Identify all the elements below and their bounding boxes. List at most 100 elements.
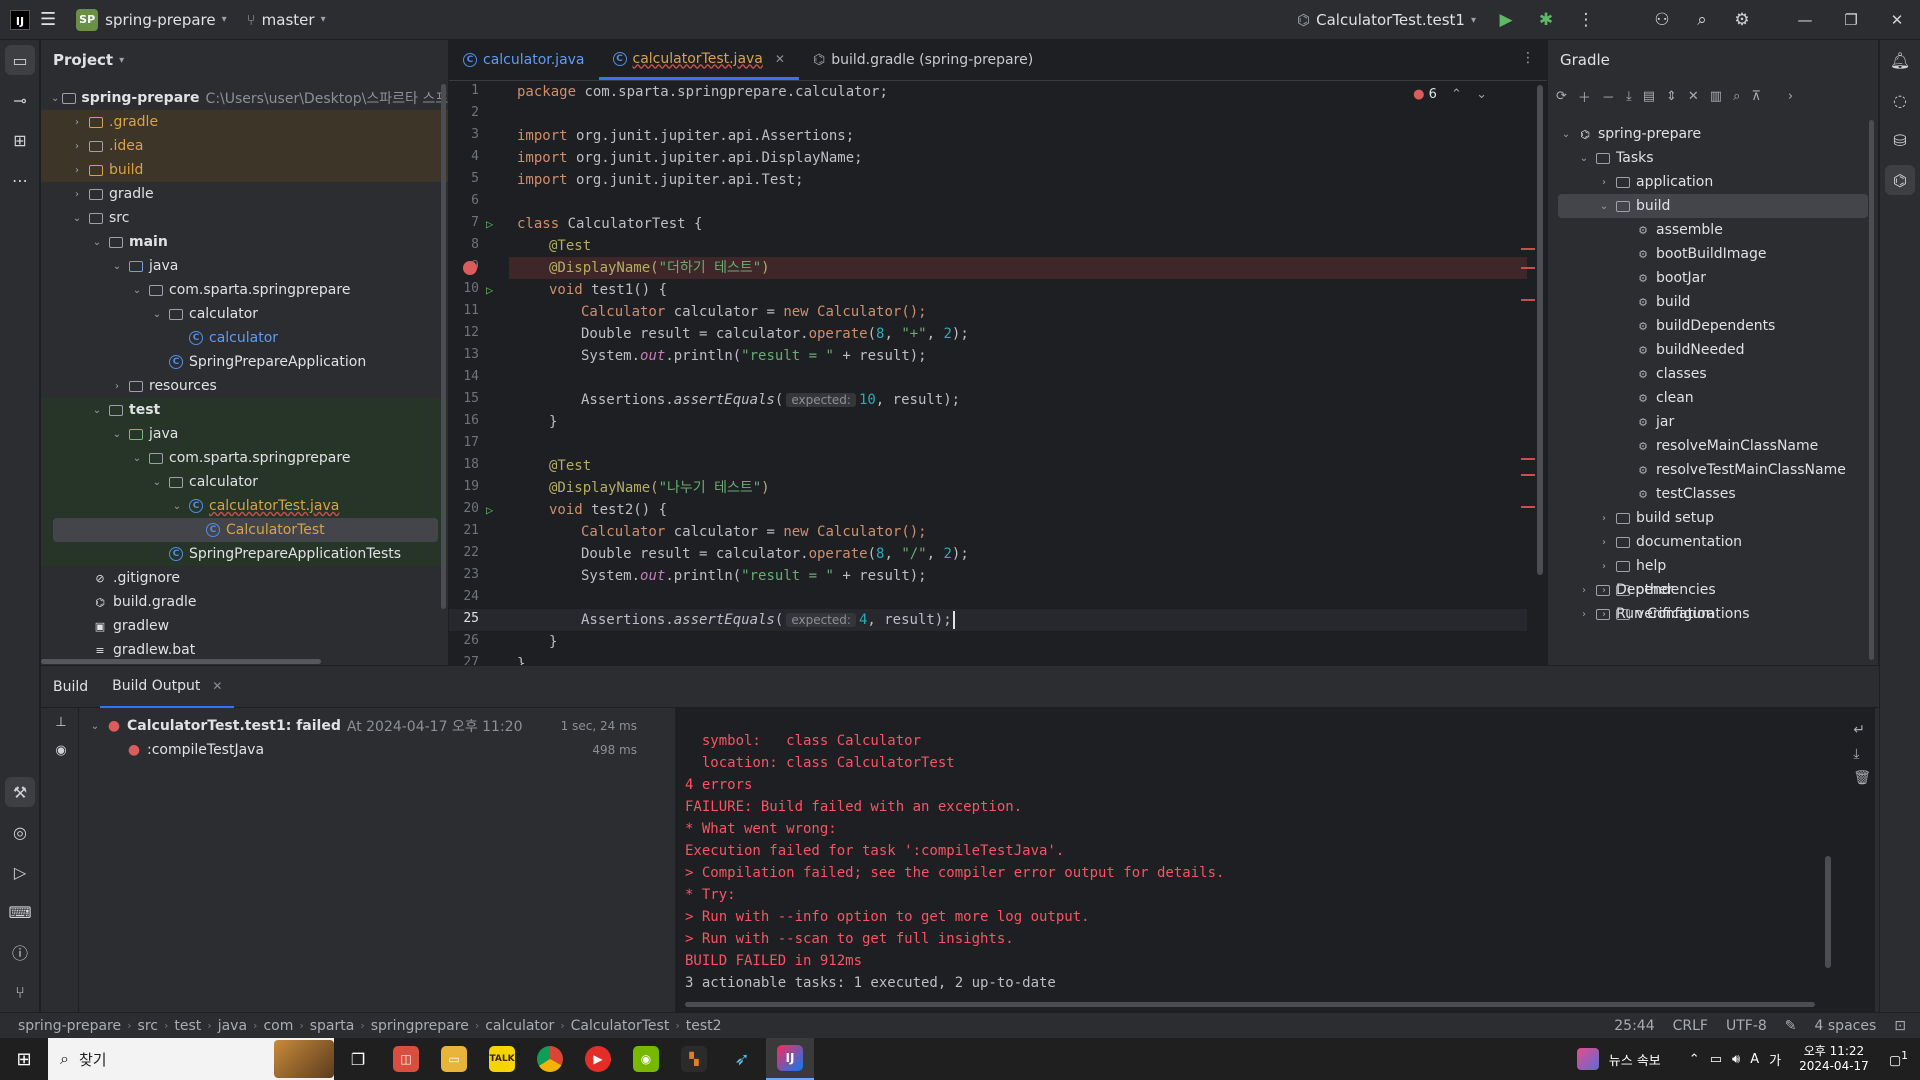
minimize-button[interactable]: — xyxy=(1782,0,1828,40)
run-gutter-icon[interactable]: ▷ xyxy=(486,503,493,517)
toggle-offline-icon[interactable]: ▤ xyxy=(1643,89,1655,104)
caret-position[interactable]: 25:44 xyxy=(1614,1018,1654,1034)
error-indicator[interactable]: ● 6 ⌃ ⌄ xyxy=(1413,87,1487,102)
taskbar-search[interactable]: ⌕ 찾기 xyxy=(48,1038,334,1080)
gradle-group-documentation[interactable]: › documentation xyxy=(1548,530,1878,554)
expand-arrow-icon[interactable]: ⌄ xyxy=(129,285,145,296)
build-result-row[interactable]: ⌄ ● CalculatorTest.test1: failed At 2024… xyxy=(79,714,673,738)
clear-all-icon[interactable]: 🗑︎ xyxy=(1853,770,1871,786)
gradle-group-help[interactable]: › help xyxy=(1548,554,1878,578)
expand-arrow-icon[interactable]: ⌄ xyxy=(51,93,59,104)
branch-switcher[interactable]: ⑂ master ▾ xyxy=(237,0,336,40)
app-icon-red[interactable]: ◫ xyxy=(382,1038,430,1080)
main-menu-button[interactable]: ☰ xyxy=(30,0,66,40)
run-tool-icon[interactable]: ▷ xyxy=(0,852,40,892)
breadcrumb-item[interactable]: springprepare xyxy=(371,1018,469,1034)
build-subtask-row[interactable]: ● :compileTestJava 498 ms xyxy=(79,738,673,762)
bird-app-icon[interactable]: ➶ xyxy=(718,1038,766,1080)
file-encoding[interactable]: UTF-8 xyxy=(1726,1018,1767,1034)
scroll-to-end-icon[interactable]: ⤓ xyxy=(1853,746,1871,762)
reload-icon[interactable]: ⟳ xyxy=(1556,89,1567,104)
expand-arrow-icon[interactable]: ⌄ xyxy=(109,429,125,440)
tree-item-app-tests[interactable]: C SpringPrepareApplicationTests xyxy=(41,542,448,566)
expand-arrow-icon[interactable]: › xyxy=(1596,537,1612,548)
expand-arrow-icon[interactable]: ⌄ xyxy=(89,405,105,416)
settings-icon[interactable]: ⊼ xyxy=(1751,89,1761,104)
editor-scrollbar[interactable] xyxy=(1537,85,1543,575)
network-icon[interactable]: ▭ xyxy=(1710,1052,1722,1067)
gradle-task-build[interactable]: ⚙ build xyxy=(1548,290,1878,314)
debug-icon[interactable]: ✱ xyxy=(1526,0,1566,40)
expand-arrow-icon[interactable]: › xyxy=(69,165,85,176)
tree-item-app-class[interactable]: C SpringPrepareApplication xyxy=(41,350,448,374)
close-tab-icon[interactable]: ✕ xyxy=(212,679,222,693)
collapse-all-icon[interactable]: ✕ xyxy=(1688,89,1699,104)
tree-item-resources[interactable]: › resources xyxy=(41,374,448,398)
run-icon[interactable]: ▶ xyxy=(1486,0,1526,40)
next-error-icon[interactable]: ⌄ xyxy=(1476,87,1487,102)
kakaotalk-icon[interactable]: TALK xyxy=(478,1038,526,1080)
search-icon[interactable]: ⌕ xyxy=(1682,0,1722,40)
breadcrumb-item[interactable]: calculator xyxy=(485,1018,554,1034)
tabs-more-icon[interactable]: ⋮ xyxy=(1521,50,1535,66)
expand-arrow-icon[interactable]: › xyxy=(1596,513,1612,524)
project-switcher[interactable]: SP spring-prepare ▾ xyxy=(66,0,237,40)
tab-calculator-java[interactable]: Ccalculator.java xyxy=(449,40,599,80)
expand-all-icon[interactable]: ⇕ xyxy=(1666,89,1677,104)
gradle-tool-icon[interactable]: ⌬ xyxy=(1885,165,1915,195)
expand-arrow-icon[interactable]: ⌄ xyxy=(149,477,165,488)
tree-item-dotgradle[interactable]: › .gradle xyxy=(41,110,448,134)
news-label[interactable]: 뉴스 속보 xyxy=(1609,1050,1661,1069)
tree-item-build[interactable]: › build xyxy=(41,158,448,182)
expand-arrow-icon[interactable]: ⌄ xyxy=(169,501,185,512)
more-tools-icon[interactable]: ⋯ xyxy=(0,160,40,200)
error-stripe-mark[interactable] xyxy=(1521,474,1535,476)
expand-arrow-icon[interactable]: › xyxy=(69,141,85,152)
tab-build[interactable]: Build xyxy=(41,666,100,708)
settings-gear-icon[interactable]: ⚙ xyxy=(1722,0,1762,40)
tree-item-calculatortest-class[interactable]: C CalculatorTest xyxy=(41,518,448,542)
code-editor[interactable]: ● 6 ⌃ ⌄ 12345678910111213141516171819202… xyxy=(449,81,1547,665)
file-explorer-icon[interactable]: ▭ xyxy=(430,1038,478,1080)
prev-error-icon[interactable]: ⌃ xyxy=(1451,87,1462,102)
expand-arrow-icon[interactable]: › xyxy=(109,381,125,392)
add-user-icon[interactable]: ⚇ xyxy=(1642,0,1682,40)
tab-build-gradle[interactable]: ⌬ build.gradle (spring-prepare) xyxy=(799,40,1047,80)
tree-item-gradle[interactable]: › gradle xyxy=(41,182,448,206)
error-stripe-mark[interactable] xyxy=(1521,248,1535,250)
expand-arrow-icon[interactable]: ⌄ xyxy=(129,453,145,464)
app-icon-orange[interactable]: ▚ xyxy=(670,1038,718,1080)
analyze-icon[interactable]: ⌕ xyxy=(1733,89,1740,104)
expand-arrow-icon[interactable]: ⌄ xyxy=(109,261,125,272)
expand-arrow-icon[interactable]: ⌄ xyxy=(89,237,105,248)
clock[interactable]: 오후 11:22 2024-04-17 xyxy=(1799,1044,1869,1074)
tree-item-test-package[interactable]: ⌄ com.sparta.springprepare xyxy=(41,446,448,470)
expand-arrow-icon[interactable]: › xyxy=(1576,609,1592,620)
expand-arrow-icon[interactable]: ⌄ xyxy=(1596,201,1612,212)
remove-icon[interactable]: － xyxy=(1602,87,1615,106)
gradle-task-bootBuildImage[interactable]: ⚙ bootBuildImage xyxy=(1548,242,1878,266)
add-icon[interactable]: ＋ xyxy=(1578,87,1591,106)
expand-arrow-icon[interactable]: › xyxy=(69,117,85,128)
breadcrumb-item[interactable]: test2 xyxy=(686,1018,722,1034)
tree-item-idea[interactable]: › .idea xyxy=(41,134,448,158)
tree-item-test-calculator-pkg[interactable]: ⌄ calculator xyxy=(41,470,448,494)
breadcrumb-item[interactable]: test xyxy=(174,1018,201,1034)
horizontal-scrollbar[interactable] xyxy=(41,659,321,664)
expand-arrow-icon[interactable]: ⌄ xyxy=(1576,153,1592,164)
tab-build-output[interactable]: Build Output ✕ xyxy=(100,666,235,708)
tree-item-src[interactable]: ⌄ src xyxy=(41,206,448,230)
eye-icon[interactable]: ◉ xyxy=(41,736,81,764)
group-tasks-icon[interactable]: ▥ xyxy=(1710,89,1722,104)
tree-item-test-java[interactable]: ⌄ java xyxy=(41,422,448,446)
gradle-scrollbar[interactable] xyxy=(1869,120,1874,660)
project-panel-header[interactable]: Project ▾ xyxy=(41,40,448,80)
git-icon[interactable]: ⑂ xyxy=(0,972,40,1012)
notification-center-icon[interactable]: ▢1 xyxy=(1889,1049,1908,1068)
expand-arrow-icon[interactable]: › xyxy=(1596,177,1612,188)
download-icon[interactable]: ⤓ xyxy=(1626,89,1632,104)
gradle-task-buildNeeded[interactable]: ⚙ buildNeeded xyxy=(1548,338,1878,362)
breadcrumb-item[interactable]: java xyxy=(218,1018,247,1034)
problems-icon[interactable]: ⓘ xyxy=(0,932,40,972)
expand-arrow-icon[interactable]: ⌄ xyxy=(149,309,165,320)
